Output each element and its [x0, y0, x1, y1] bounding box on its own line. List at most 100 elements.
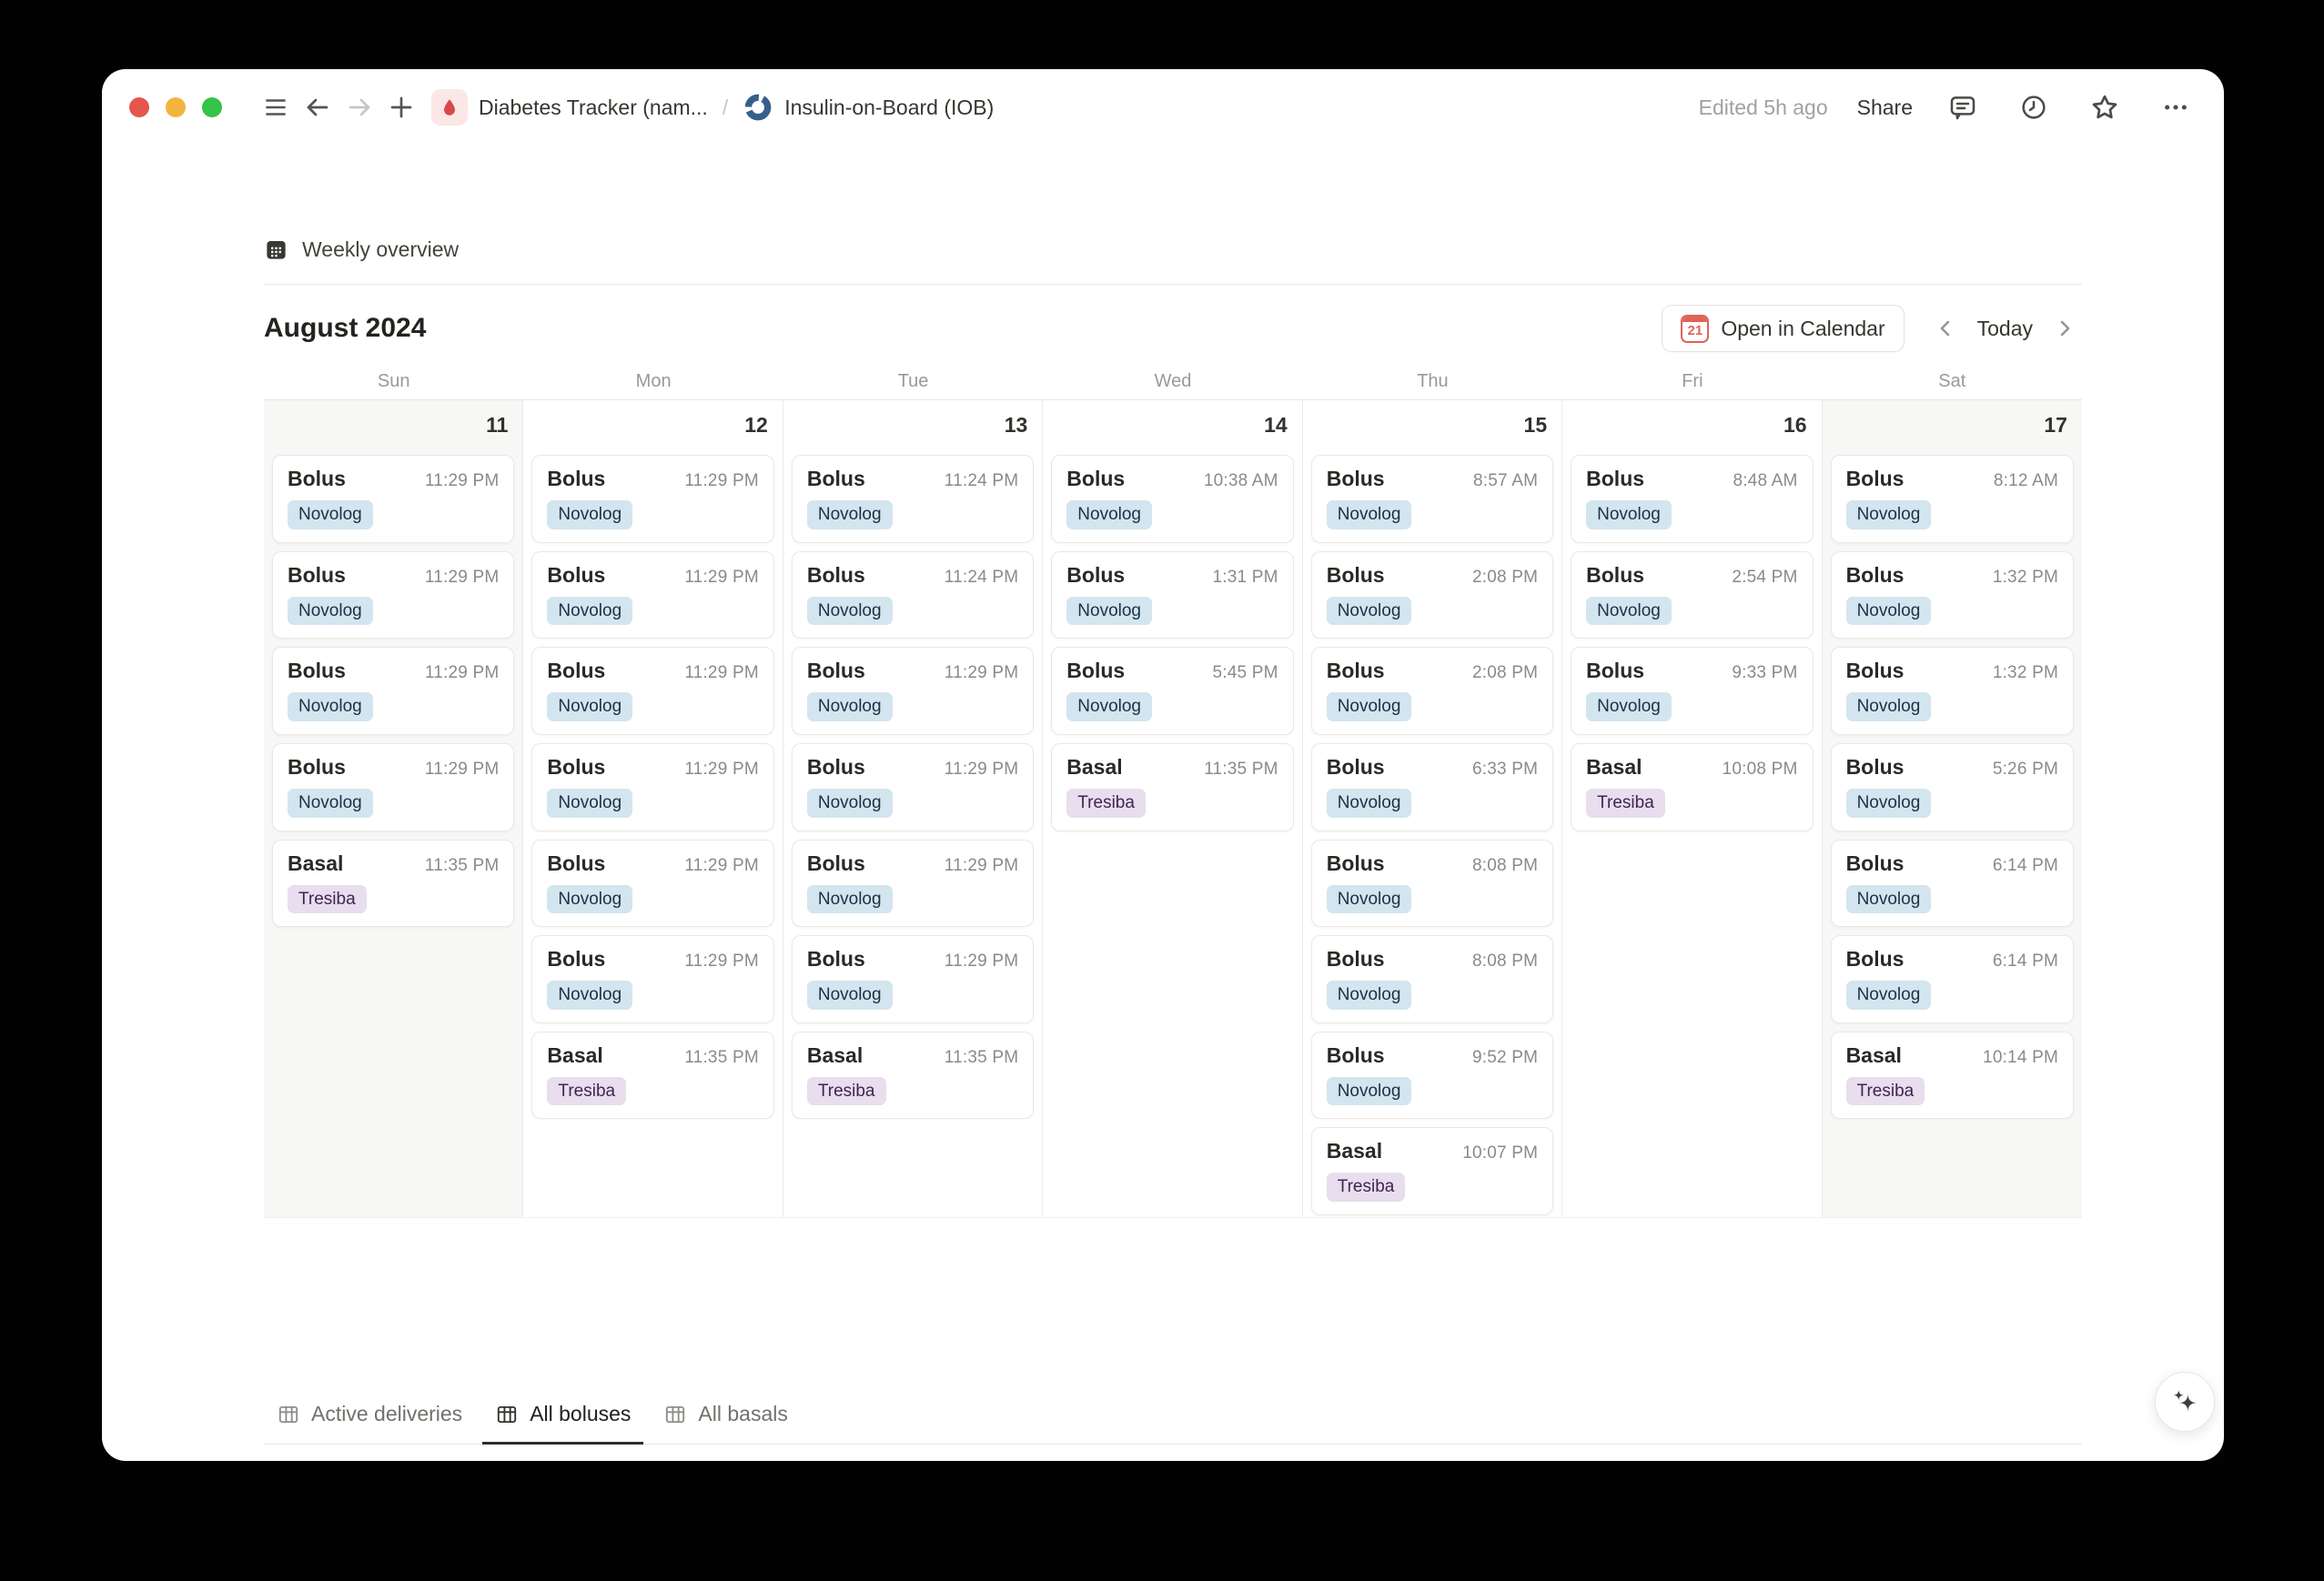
event-card[interactable]: Bolus 6:14 PM Novolog: [1830, 935, 2074, 1023]
chevron-right-icon[interactable]: [2047, 311, 2082, 346]
event-header: Bolus 11:29 PM: [807, 851, 1018, 876]
event-time: 5:45 PM: [1212, 663, 1278, 683]
chevron-left-icon[interactable]: [1928, 311, 1963, 346]
event-time: 6:33 PM: [1471, 759, 1539, 779]
event-card[interactable]: Bolus 1:32 PM Novolog: [1830, 647, 2074, 735]
view-tabs: Active deliveries All boluses All basals: [264, 1387, 2082, 1445]
event-card[interactable]: Bolus 9:52 PM Novolog: [1310, 1031, 1554, 1120]
event-card[interactable]: Bolus 11:29 PM Novolog: [531, 647, 774, 735]
insulin-tag: Novolog: [547, 500, 633, 529]
day-cell-13[interactable]: 13 Bolus 11:24 PM Novolog Bolus 11:24 PM Novol…: [783, 400, 1044, 1217]
event-time: 11:29 PM: [944, 855, 1019, 875]
ai-sparkle-button[interactable]: [2155, 1372, 2215, 1432]
event-card[interactable]: Bolus 6:33 PM Novolog: [1310, 742, 1554, 831]
back-arrow-icon[interactable]: [297, 86, 338, 128]
event-card[interactable]: Bolus 8:48 AM Novolog: [1571, 455, 1814, 543]
share-button[interactable]: Share: [1857, 96, 1913, 120]
event-card[interactable]: Bolus 2:08 PM Novolog: [1310, 647, 1554, 735]
history-clock-icon[interactable]: [2013, 86, 2055, 128]
event-card[interactable]: Bolus 11:29 PM Novolog: [531, 742, 774, 831]
view-header: Weekly overview: [264, 233, 2082, 266]
event-card[interactable]: Basal 11:35 PM Tresiba: [1051, 742, 1294, 831]
weekday-label: Thu: [1417, 370, 1449, 391]
event-card[interactable]: Bolus 11:29 PM Novolog: [791, 935, 1035, 1023]
event-card[interactable]: Bolus 11:29 PM Novolog: [791, 742, 1035, 831]
tab-active-deliveries[interactable]: Active deliveries: [264, 1387, 475, 1445]
header-divider: [264, 284, 2082, 285]
event-card[interactable]: Bolus 11:29 PM Novolog: [272, 550, 515, 639]
event-card[interactable]: Bolus 2:08 PM Novolog: [1310, 550, 1554, 639]
event-header: Bolus 9:52 PM: [1327, 1043, 1538, 1068]
event-card[interactable]: Basal 11:35 PM Tresiba: [791, 1031, 1035, 1120]
favorite-star-icon[interactable]: [2084, 86, 2126, 128]
breadcrumb-item-diabetes-tracker[interactable]: Diabetes Tracker (nam...: [431, 89, 708, 126]
day-cell-17[interactable]: 17 Bolus 8:12 AM Novolog Bolus 1:32 PM Novolog…: [1822, 400, 2082, 1217]
calendar-grid: 11 Bolus 11:29 PM Novolog Bolus 11:29 PM Novol…: [264, 399, 2082, 1218]
insulin-tag: Novolog: [1066, 500, 1152, 529]
menu-icon[interactable]: [255, 86, 297, 128]
event-card[interactable]: Bolus 11:29 PM Novolog: [272, 647, 515, 735]
zoom-window-button[interactable]: [202, 97, 222, 117]
event-header: Bolus 11:29 PM: [288, 563, 499, 588]
event-card[interactable]: Bolus 11:24 PM Novolog: [791, 550, 1035, 639]
event-card[interactable]: Bolus 8:57 AM Novolog: [1310, 455, 1554, 543]
event-card[interactable]: Bolus 11:29 PM Novolog: [531, 550, 774, 639]
insulin-tag: Novolog: [547, 884, 633, 914]
event-card[interactable]: Basal 10:14 PM Tresiba: [1830, 1031, 2074, 1120]
breadcrumb-item-iob[interactable]: Insulin-on-Board (IOB): [743, 92, 994, 123]
forward-arrow-icon[interactable]: [338, 86, 380, 128]
event-list: Bolus 11:24 PM Novolog Bolus 11:24 PM Novolog…: [783, 455, 1042, 1120]
more-options-icon[interactable]: [2155, 86, 2197, 128]
event-card[interactable]: Bolus 8:08 PM Novolog: [1310, 839, 1554, 928]
day-cell-16[interactable]: 16 Bolus 8:48 AM Novolog Bolus 2:54 PM Novolog…: [1562, 400, 1823, 1217]
event-header: Basal 11:35 PM: [1066, 755, 1278, 780]
event-card[interactable]: Bolus 10:38 AM Novolog: [1051, 455, 1294, 543]
event-title: Bolus: [547, 754, 606, 779]
minimize-window-button[interactable]: [166, 97, 186, 117]
event-card[interactable]: Bolus 8:08 PM Novolog: [1310, 935, 1554, 1023]
event-card[interactable]: Bolus 11:29 PM Novolog: [791, 839, 1035, 928]
event-card[interactable]: Basal 10:07 PM Tresiba: [1310, 1127, 1554, 1216]
event-card[interactable]: Basal 11:35 PM Tresiba: [272, 839, 515, 928]
day-cell-12[interactable]: 12 Bolus 11:29 PM Novolog Bolus 11:29 PM Novol…: [523, 400, 783, 1217]
insulin-tag: Novolog: [288, 788, 373, 818]
day-cell-14[interactable]: 14 Bolus 10:38 AM Novolog Bolus 1:31 PM Novolo…: [1043, 400, 1303, 1217]
today-button[interactable]: Today: [1970, 317, 2040, 341]
event-card[interactable]: Bolus 1:31 PM Novolog: [1051, 550, 1294, 639]
view-title[interactable]: Weekly overview: [302, 237, 459, 262]
event-card[interactable]: Bolus 11:29 PM Novolog: [531, 935, 774, 1023]
event-card[interactable]: Bolus 11:29 PM Novolog: [791, 647, 1035, 735]
event-time: 11:24 PM: [944, 471, 1019, 490]
tab-all-boluses[interactable]: All boluses: [482, 1387, 644, 1445]
event-card[interactable]: Bolus 9:33 PM Novolog: [1571, 647, 1814, 735]
open-in-calendar-button[interactable]: 21 Open in Calendar: [1662, 305, 1905, 352]
event-time: 1:31 PM: [1212, 567, 1278, 587]
event-card[interactable]: Bolus 5:26 PM Novolog: [1830, 742, 2074, 831]
day-cell-15[interactable]: 15 Bolus 8:57 AM Novolog Bolus 2:08 PM Novolog…: [1303, 400, 1563, 1217]
event-time: 11:29 PM: [424, 471, 500, 490]
weekday-label: Wed: [1154, 370, 1192, 391]
tab-label: Active deliveries: [311, 1402, 463, 1425]
day-cell-11[interactable]: 11 Bolus 11:29 PM Novolog Bolus 11:29 PM Novol…: [264, 400, 524, 1217]
event-time: 11:29 PM: [684, 952, 759, 972]
comments-icon[interactable]: [1942, 86, 1984, 128]
event-card[interactable]: Basal 11:35 PM Tresiba: [531, 1031, 774, 1120]
event-card[interactable]: Basal 10:08 PM Tresiba: [1571, 742, 1814, 831]
event-card[interactable]: Bolus 11:24 PM Novolog: [791, 455, 1035, 543]
event-card[interactable]: Bolus 1:32 PM Novolog: [1830, 550, 2074, 639]
new-page-icon[interactable]: [380, 86, 422, 128]
event-card[interactable]: Bolus 5:45 PM Novolog: [1051, 647, 1294, 735]
date-number: 14: [1264, 413, 1288, 437]
event-time: 10:08 PM: [1722, 759, 1798, 779]
event-card[interactable]: Bolus 6:14 PM Novolog: [1830, 839, 2074, 928]
tab-all-basals[interactable]: All basals: [651, 1387, 800, 1445]
close-window-button[interactable]: [129, 97, 149, 117]
event-time: 11:29 PM: [684, 663, 759, 683]
event-card[interactable]: Bolus 11:29 PM Novolog: [272, 742, 515, 831]
event-card[interactable]: Bolus 11:29 PM Novolog: [272, 455, 515, 543]
insulin-tag: Novolog: [1326, 500, 1412, 529]
event-card[interactable]: Bolus 11:29 PM Novolog: [531, 455, 774, 543]
event-card[interactable]: Bolus 8:12 AM Novolog: [1830, 455, 2074, 543]
event-card[interactable]: Bolus 11:29 PM Novolog: [531, 839, 774, 928]
event-card[interactable]: Bolus 2:54 PM Novolog: [1571, 550, 1814, 639]
